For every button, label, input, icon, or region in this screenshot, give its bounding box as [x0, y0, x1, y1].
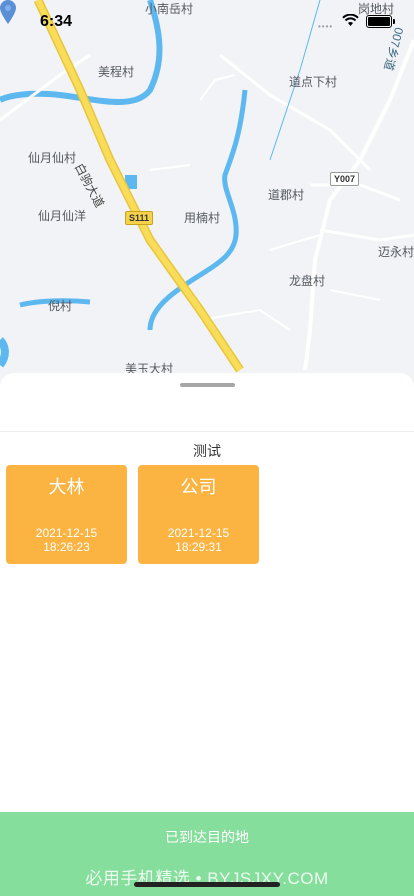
map-label-maiyong: 迈永村 [378, 245, 414, 259]
arrived-button[interactable]: 已到达目的地 [0, 812, 414, 862]
map-label-daojun: 道郡村 [268, 188, 305, 202]
map-label-xianyue: 仙月仙村 [28, 151, 77, 165]
battery-icon [366, 15, 395, 28]
location-card[interactable]: 公司 2021-12-15 18:29:31 [138, 465, 259, 564]
signal-dots-icon: •••• [318, 22, 334, 31]
map-roads [0, 0, 414, 373]
map-label-yongnan: 用楠村 [184, 211, 221, 225]
map-label-ni: 倪村 [48, 299, 73, 313]
home-indicator[interactable] [134, 882, 280, 887]
sheet-divider [0, 431, 414, 432]
card-time: 18:26:23 [43, 540, 90, 554]
map-label-longpan: 龙盘村 [289, 274, 326, 288]
location-card[interactable]: 大林 2021-12-15 18:26:23 [6, 465, 127, 564]
wifi-icon [342, 14, 359, 26]
group-title: 测试 [193, 443, 221, 459]
sheet-drag-handle[interactable] [180, 383, 235, 387]
map-view[interactable]: 小南岳村 美程村 仙月仙村 仙月仙洋 倪村 美玉大村 用楠村 道点下村 道郡村 … [0, 0, 414, 400]
location-card-list: 大林 2021-12-15 18:26:23 公司 2021-12-15 18:… [6, 465, 259, 564]
card-date: 2021-12-15 [167, 526, 230, 540]
map-label-xianyang: 仙月仙洋 [38, 209, 87, 223]
status-time: 6:34 [40, 13, 73, 30]
card-date: 2021-12-15 [35, 526, 98, 540]
card-name: 大林 [48, 477, 85, 497]
map-label-meicheng: 美程村 [98, 65, 135, 79]
status-bar: 6:34 •••• [0, 0, 414, 44]
road-shield-s111: S111 [125, 211, 154, 225]
card-time: 18:29:31 [175, 540, 222, 554]
road-shield-y007: Y007 [330, 172, 360, 186]
map-label-daodianxia: 道点下村 [289, 75, 338, 89]
card-name: 公司 [180, 477, 217, 497]
